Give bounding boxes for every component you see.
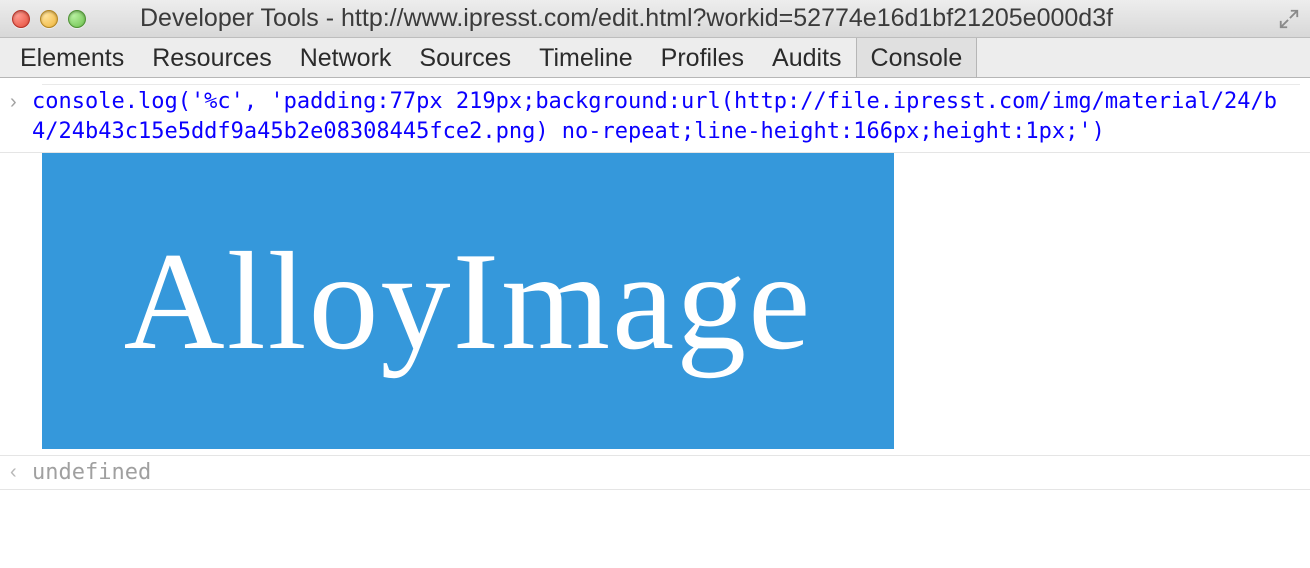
tab-label: Elements	[20, 44, 124, 73]
tab-label: Audits	[772, 44, 841, 73]
tab-audits[interactable]: Audits	[758, 38, 855, 77]
tab-label: Console	[871, 44, 963, 73]
tab-label: Timeline	[539, 44, 633, 73]
console-input-row[interactable]: › console.log('%c', 'padding:77px 219px;…	[0, 85, 1310, 153]
console-image-output-row: AlloyImage	[0, 153, 1310, 456]
console-panel: › console.log('%c', 'padding:77px 219px;…	[0, 78, 1310, 490]
console-input-code: console.log('%c', 'padding:77px 219px;ba…	[32, 87, 1300, 146]
window-titlebar: Developer Tools - http://www.ipresst.com…	[0, 0, 1310, 38]
console-return-value: undefined	[32, 460, 151, 485]
tab-timeline[interactable]: Timeline	[525, 38, 647, 77]
prompt-icon: ›	[10, 87, 32, 114]
tab-label: Resources	[152, 44, 272, 73]
return-arrow-icon: ‹	[10, 461, 32, 484]
tab-label: Sources	[419, 44, 511, 73]
alloy-image-text: AlloyImage	[124, 221, 813, 382]
tab-label: Profiles	[661, 44, 744, 73]
devtools-tabs: Elements Resources Network Sources Timel…	[0, 38, 1310, 78]
tab-elements[interactable]: Elements	[6, 38, 138, 77]
tab-resources[interactable]: Resources	[138, 38, 286, 77]
expand-icon[interactable]	[1278, 8, 1300, 30]
tab-network[interactable]: Network	[286, 38, 406, 77]
tab-profiles[interactable]: Profiles	[647, 38, 758, 77]
tab-console[interactable]: Console	[856, 38, 978, 77]
window-title: Developer Tools - http://www.ipresst.com…	[0, 4, 1310, 33]
tab-label: Network	[300, 44, 392, 73]
tab-sources[interactable]: Sources	[405, 38, 525, 77]
console-return-row: ‹ undefined	[0, 456, 1310, 490]
alloy-image-banner: AlloyImage	[42, 153, 894, 449]
